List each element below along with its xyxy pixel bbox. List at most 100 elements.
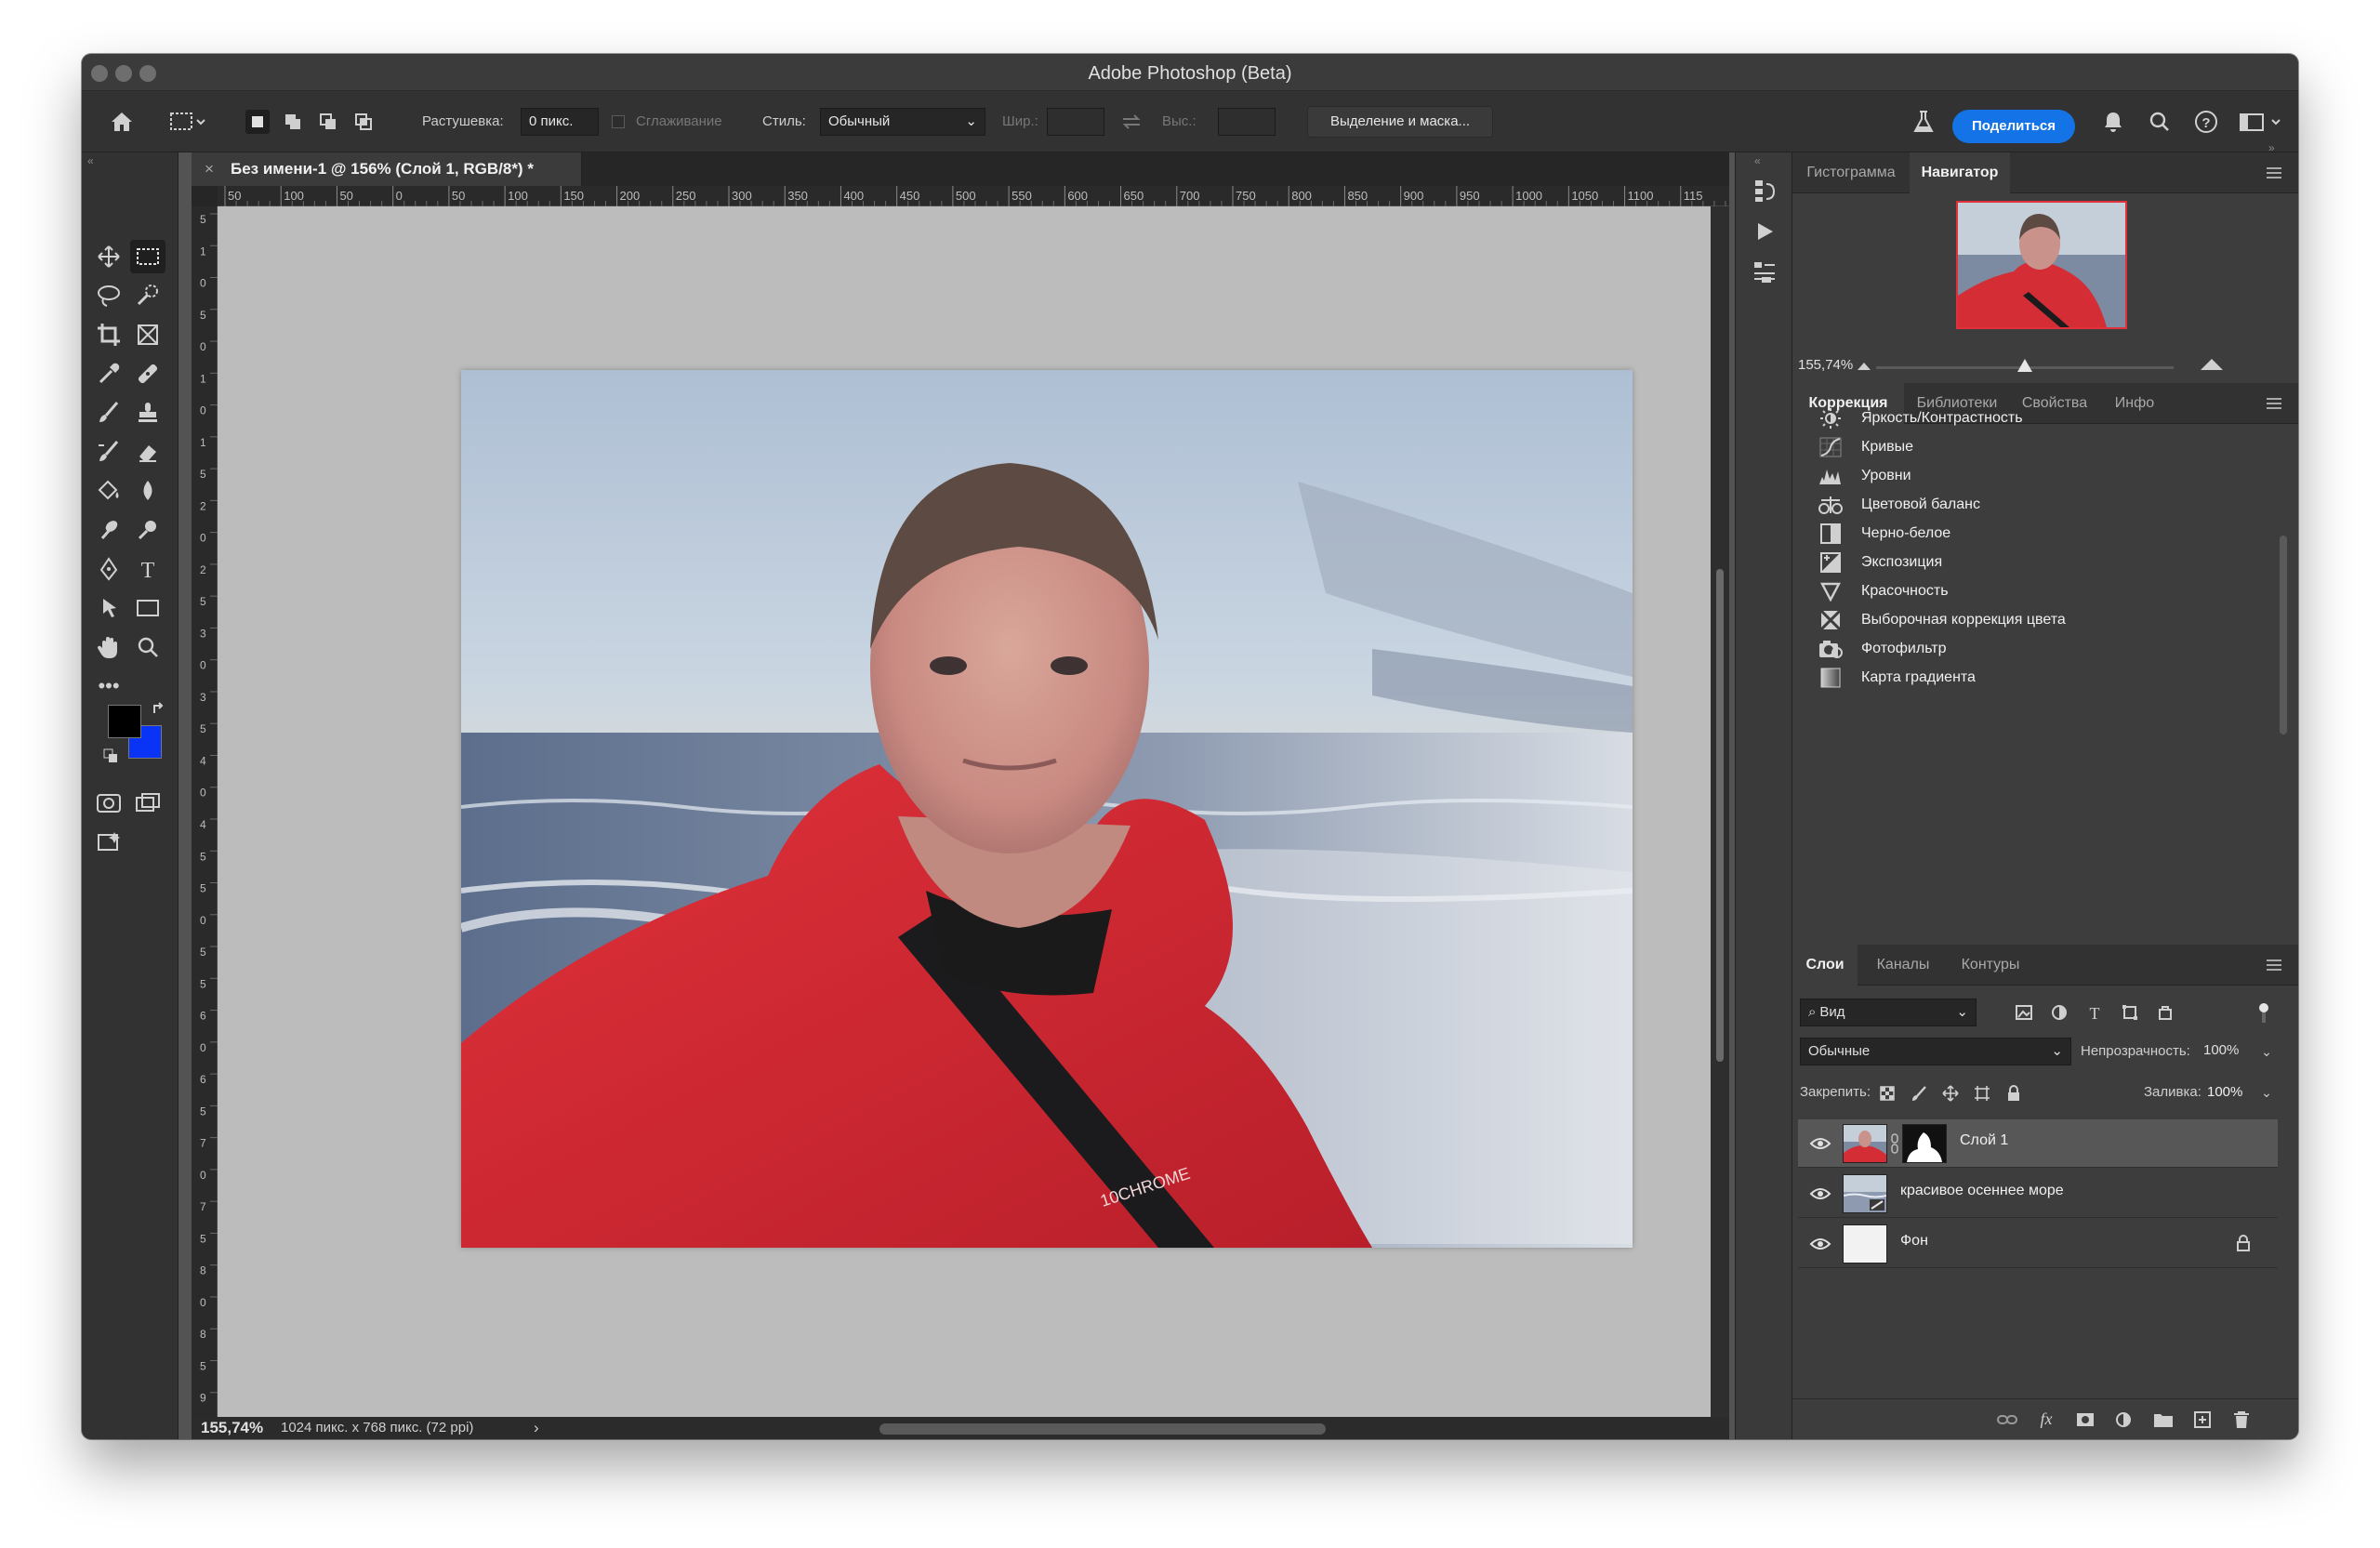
dodge-tool-icon[interactable] [91, 513, 126, 547]
lock-image-pixels-icon[interactable] [1908, 1082, 1930, 1105]
panel-menu-icon[interactable] [2263, 162, 2285, 184]
filter-type-icon[interactable]: T [2082, 1000, 2107, 1025]
layer-row-sea[interactable]: красивое осеннее море [1798, 1170, 2278, 1218]
eye-visibility-icon[interactable] [1809, 1183, 1831, 1205]
navigator-zoom-slider[interactable] [1876, 359, 2174, 372]
marquee-preset-icon[interactable] [167, 108, 208, 136]
healing-brush-tool-icon[interactable] [130, 357, 165, 390]
workspace-icon[interactable] [2237, 108, 2285, 136]
document-tab[interactable]: × Без имени-1 @ 156% (Слой 1, RGB/8*) * [192, 152, 582, 186]
hand-tool-icon[interactable] [91, 630, 126, 664]
eye-visibility-icon[interactable] [1809, 1233, 1831, 1255]
tab-navigator[interactable]: Навигатор [1910, 152, 2010, 193]
new-layer-icon[interactable] [2190, 1409, 2215, 1431]
lock-icon[interactable] [2237, 1235, 2250, 1256]
height-input[interactable] [1218, 108, 1276, 136]
zoom-tool-icon[interactable] [130, 630, 165, 664]
opacity-input[interactable]: 100% [2196, 1038, 2265, 1065]
filter-shape-icon[interactable] [2118, 1000, 2142, 1025]
layer-thumbnail[interactable] [1843, 1124, 1887, 1163]
delete-layer-trash-icon[interactable] [2229, 1409, 2254, 1431]
link-chain-icon[interactable] [1891, 1132, 1898, 1155]
expand-arrows-icon[interactable]: « [1754, 154, 1761, 167]
properties-panel-icon[interactable] [1751, 258, 1778, 286]
lasso-tool-icon[interactable] [91, 279, 126, 312]
fill-value[interactable]: 100% [2207, 1084, 2242, 1100]
frame-tool-icon[interactable] [130, 318, 165, 351]
layers-menu-icon[interactable] [2263, 954, 2285, 976]
status-expand-icon[interactable]: › [534, 1419, 539, 1437]
history-panel-icon[interactable] [1751, 177, 1778, 205]
lock-transparent-pixels-icon[interactable] [1876, 1082, 1898, 1105]
new-adjustment-layer-icon[interactable] [2112, 1409, 2136, 1431]
brush-tool-icon[interactable] [91, 396, 126, 430]
tab-channels[interactable]: Каналы [1859, 945, 1947, 986]
layer-effects-fx-icon[interactable]: fx [2034, 1407, 2058, 1431]
lock-artboard-icon[interactable] [1971, 1082, 1993, 1105]
chevron-down-icon[interactable]: ⌄ [2259, 1084, 2274, 1101]
actions-play-icon[interactable] [1751, 218, 1778, 245]
rectangle-tool-icon[interactable] [130, 591, 165, 625]
new-selection-icon[interactable] [245, 110, 270, 134]
flask-icon[interactable] [1910, 108, 1937, 136]
tab-info[interactable]: Инфо [2099, 383, 2170, 424]
layer-row-layer1[interactable]: Слой 1 [1798, 1119, 2278, 1168]
layer-filter-select[interactable]: ⌕ Вид ⌄ [1800, 999, 1977, 1026]
link-layers-icon[interactable] [1995, 1409, 2019, 1431]
path-selection-tool-icon[interactable] [91, 591, 126, 625]
screen-mode-icon[interactable] [130, 787, 165, 820]
eyedropper-tool-icon[interactable] [91, 357, 126, 390]
add-mask-icon[interactable] [2073, 1409, 2097, 1431]
foreground-color-swatch-top[interactable] [108, 705, 141, 738]
crop-tool-icon[interactable] [91, 318, 126, 351]
collapse-arrows-icon[interactable]: « [87, 154, 94, 167]
filter-pixel-icon[interactable] [2012, 1000, 2036, 1025]
select-and-mask-button[interactable]: Выделение и маска... [1307, 106, 1493, 138]
eraser-tool-icon[interactable] [130, 435, 165, 469]
share-button[interactable]: Поделиться [1952, 110, 2075, 143]
navigator-zoom-value[interactable]: 155,74% [1798, 357, 1853, 373]
pen-tool-icon[interactable] [91, 552, 126, 586]
feather-input[interactable]: 0 пикс. [521, 108, 599, 136]
type-tool-icon[interactable]: T [130, 552, 165, 586]
filter-adjustment-icon[interactable] [2047, 1000, 2071, 1025]
rectangular-marquee-tool-icon[interactable] [130, 240, 165, 273]
quick-mask-icon[interactable] [91, 787, 126, 820]
zoom-in-mountain-icon[interactable] [2200, 355, 2224, 372]
adjustments-scroll-thumb[interactable] [2280, 536, 2287, 734]
layer-row-background[interactable]: Фон [1798, 1220, 2278, 1268]
home-icon[interactable] [106, 106, 138, 138]
paint-bucket-tool-icon[interactable] [91, 474, 126, 508]
clone-stamp-tool-icon[interactable] [130, 396, 165, 430]
swap-dimensions-icon[interactable] [1117, 110, 1145, 134]
help-icon[interactable]: ? [2192, 108, 2220, 136]
lock-all-icon[interactable] [2003, 1082, 2025, 1105]
close-tab-icon[interactable]: × [205, 152, 214, 186]
horizontal-scroll-thumb[interactable] [879, 1423, 1326, 1435]
document-image[interactable]: 10CHROME [461, 370, 1633, 1248]
add-selection-icon[interactable] [281, 110, 305, 134]
quick-selection-tool-icon[interactable] [130, 279, 165, 312]
lock-position-icon[interactable] [1939, 1082, 1962, 1105]
vertical-scrollbar[interactable] [1711, 206, 1729, 1417]
tab-layers[interactable]: Слои [1792, 945, 1858, 986]
chevron-down-icon[interactable]: ⌄ [2259, 1043, 2274, 1060]
layer-thumbnail[interactable] [1843, 1174, 1887, 1213]
new-group-folder-icon[interactable] [2151, 1409, 2175, 1431]
swap-colors-icon[interactable] [151, 701, 167, 718]
eye-visibility-icon[interactable] [1809, 1132, 1831, 1155]
vertical-scroll-thumb[interactable] [1716, 569, 1724, 1062]
navigator-zoom-thumb[interactable] [2017, 359, 2032, 372]
filter-smart-object-icon[interactable] [2153, 1000, 2177, 1025]
generative-edit-icon[interactable] [91, 826, 126, 859]
layer-thumbnail[interactable] [1843, 1224, 1887, 1264]
subtract-selection-icon[interactable] [316, 110, 340, 134]
width-input[interactable] [1047, 108, 1104, 136]
status-zoom[interactable]: 155,74% [201, 1419, 263, 1437]
tab-properties[interactable]: Свойства [2010, 383, 2099, 424]
bell-icon[interactable] [2099, 108, 2127, 136]
adjustment-item[interactable]: Карта градиента [1817, 661, 1976, 695]
tab-paths[interactable]: Контуры [1947, 945, 2034, 986]
blend-mode-select[interactable]: Обычные ⌄ [1800, 1038, 2071, 1065]
history-brush-tool-icon[interactable] [91, 435, 126, 469]
